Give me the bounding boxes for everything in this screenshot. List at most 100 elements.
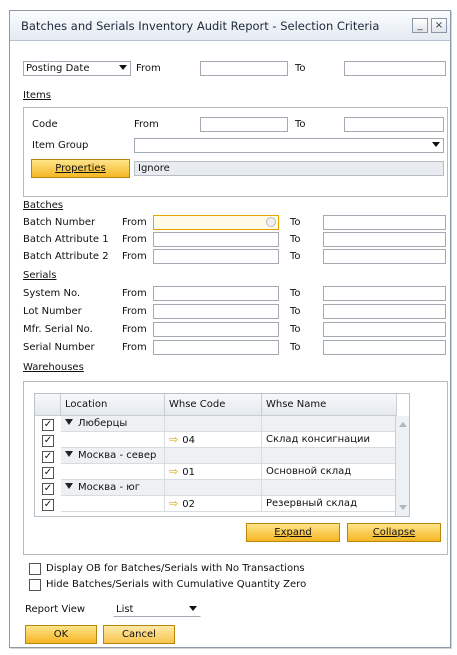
batch-attr2-to-field[interactable] <box>323 249 446 264</box>
scroll-up-icon[interactable] <box>399 422 407 427</box>
display-ob-label[interactable]: Display OB for Batches/Serials with No T… <box>46 563 305 574</box>
batch-number-to-label: To <box>290 217 301 228</box>
mfr-serial-to-label: To <box>290 324 301 335</box>
link-arrow-icon[interactable]: ⇨ <box>169 497 178 510</box>
posting-to-field[interactable] <box>344 61 446 76</box>
batch-number-label: Batch Number <box>23 217 96 228</box>
code-cell <box>165 416 262 432</box>
code-from-field[interactable] <box>200 117 288 132</box>
name-cell <box>262 416 397 432</box>
location-column-header[interactable]: Location <box>61 394 165 416</box>
row-checkbox[interactable]: ✓ <box>42 419 54 431</box>
hide-zero-label[interactable]: Hide Batches/Serials with Cumulative Qua… <box>46 579 306 590</box>
mfr-serial-label: Mfr. Serial No. <box>23 324 93 335</box>
collapse-button[interactable]: Collapse <box>347 523 441 542</box>
row-checkbox[interactable]: ✓ <box>42 467 54 479</box>
serial-number-from-field[interactable] <box>153 340 279 355</box>
row-checkbox[interactable]: ✓ <box>42 435 54 447</box>
expand-triangle-icon <box>65 451 73 457</box>
report-selection-window: Batches and Serials Inventory Audit Repo… <box>9 10 451 648</box>
report-view-value: List <box>116 604 134 615</box>
chevron-down-icon <box>119 65 127 70</box>
serial-number-to-label: To <box>290 342 301 353</box>
items-section-label: Items <box>23 90 51 101</box>
report-view-select[interactable]: List <box>113 602 201 617</box>
batch-attr1-from-field[interactable] <box>153 232 279 247</box>
location-cell: Люберцы <box>61 416 165 432</box>
link-arrow-icon[interactable]: ⇨ <box>169 433 178 446</box>
serial-number-to-field[interactable] <box>323 340 446 355</box>
serial-number-from-label: From <box>122 342 147 353</box>
name-cell <box>262 480 397 496</box>
code-to-label: To <box>295 119 306 130</box>
code-label: Code <box>32 119 58 130</box>
title-bar[interactable]: Batches and Serials Inventory Audit Repo… <box>10 11 450 41</box>
posting-from-field[interactable] <box>200 61 288 76</box>
batches-section-label: Batches <box>23 200 64 211</box>
posting-date-select-value: Posting Date <box>26 63 90 74</box>
chevron-down-icon <box>432 142 440 147</box>
display-ob-checkbox[interactable] <box>29 563 41 575</box>
lot-number-from-label: From <box>122 306 147 317</box>
code-to-field[interactable] <box>344 117 444 132</box>
posting-from-label: From <box>136 63 161 74</box>
report-view-label: Report View <box>25 604 86 615</box>
whse-name-column-header[interactable]: Whse Name <box>262 394 397 416</box>
lot-number-to-field[interactable] <box>323 304 446 319</box>
lot-number-label: Lot Number <box>23 306 82 317</box>
warehouses-table: Location Whse Code Whse Name ✓ Люберцы ✓… <box>34 393 410 517</box>
expand-button-label: Expand <box>274 527 312 538</box>
expand-triangle-icon <box>65 419 73 425</box>
item-group-select[interactable] <box>134 138 444 153</box>
table-scrollbar[interactable] <box>395 416 409 516</box>
hide-zero-checkbox[interactable] <box>29 579 41 591</box>
list-icon <box>266 217 276 227</box>
expand-button[interactable]: Expand <box>246 523 340 542</box>
system-no-to-label: To <box>290 288 301 299</box>
name-cell <box>262 448 397 464</box>
code-cell <box>165 448 262 464</box>
batch-attr2-from-field[interactable] <box>153 249 279 264</box>
cancel-button[interactable]: Cancel <box>103 625 175 644</box>
location-cell: Москва - север <box>61 448 165 464</box>
lot-number-to-label: To <box>290 306 301 317</box>
name-cell: Склад консигнации <box>262 432 397 448</box>
close-icon: × <box>434 20 444 31</box>
lot-number-from-field[interactable] <box>153 304 279 319</box>
minimize-icon: _ <box>417 20 423 31</box>
batch-number-from-field[interactable] <box>153 215 279 230</box>
properties-button-label: Properties <box>55 163 106 174</box>
serial-number-label: Serial Number <box>23 342 95 353</box>
ok-button[interactable]: OK <box>25 625 97 644</box>
row-checkbox[interactable]: ✓ <box>42 499 54 511</box>
location-cell: Москва - юг <box>61 480 165 496</box>
location-cell <box>61 432 165 448</box>
batch-number-to-field[interactable] <box>323 215 446 230</box>
serials-section-label: Serials <box>23 270 57 281</box>
minimize-button[interactable]: _ <box>412 18 428 33</box>
code-cell <box>165 480 262 496</box>
row-checkbox[interactable]: ✓ <box>42 451 54 463</box>
system-no-to-field[interactable] <box>323 286 446 301</box>
scroll-down-icon[interactable] <box>399 505 407 510</box>
batch-attr1-to-field[interactable] <box>323 232 446 247</box>
mfr-serial-to-field[interactable] <box>323 322 446 337</box>
close-button[interactable]: × <box>431 18 447 33</box>
link-arrow-icon[interactable]: ⇨ <box>169 465 178 478</box>
code-cell: ⇨ 01 <box>165 464 262 480</box>
mfr-serial-from-field[interactable] <box>153 322 279 337</box>
checkbox-column-header <box>35 394 61 416</box>
chevron-down-icon <box>189 606 197 611</box>
row-checkbox[interactable]: ✓ <box>42 483 54 495</box>
name-cell: Основной склад <box>262 464 397 480</box>
system-no-from-label: From <box>122 288 147 299</box>
posting-date-select[interactable]: Posting Date <box>23 61 131 76</box>
location-cell <box>61 496 165 512</box>
item-group-label: Item Group <box>32 140 89 151</box>
whse-code-column-header[interactable]: Whse Code <box>165 394 262 416</box>
batch-number-from-label: From <box>122 217 147 228</box>
properties-button[interactable]: Properties <box>31 159 130 178</box>
mfr-serial-from-label: From <box>122 324 147 335</box>
name-cell: Резервный склад <box>262 496 397 512</box>
system-no-from-field[interactable] <box>153 286 279 301</box>
